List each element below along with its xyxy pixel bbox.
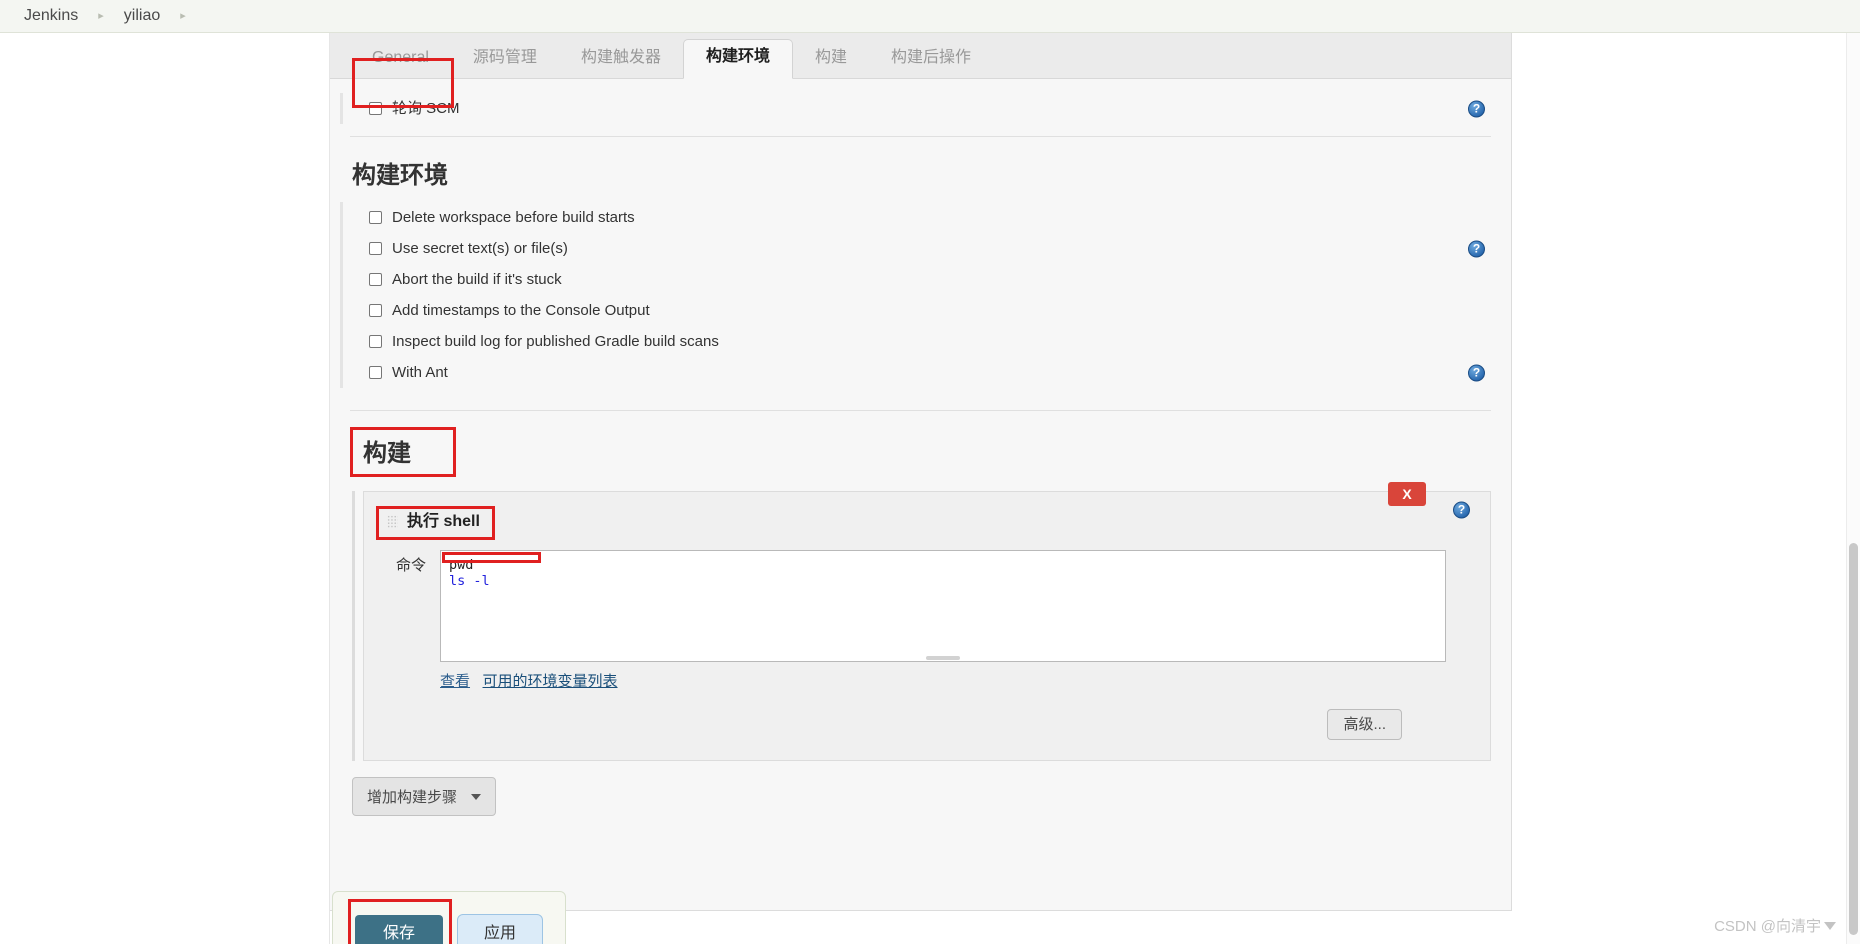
env-variables-row: 查看 可用的环境变量列表 [440,670,1446,691]
left-gutter [0,33,330,944]
checkbox-inspect-gradle-scans[interactable] [369,335,382,348]
env-variables-link[interactable]: 可用的环境变量列表 [483,673,618,690]
section-heading-build: 构建 [363,440,411,467]
command-line-1: pwd [449,557,474,573]
content-column: General 源码管理 构建触发器 构建环境 构建 构建后操作 轮询 SCM … [330,33,1860,944]
option-row-with-ant[interactable]: With Ant ? [340,357,1511,388]
command-textarea[interactable]: pwd ls -l [440,550,1446,662]
tab-build[interactable]: 构建 [793,40,869,78]
add-build-step-label: 增加构建步骤 [367,789,458,806]
build-step-header: 执行 shell [364,506,1490,540]
build-step-title: 执行 shell [407,513,480,530]
env-view-label[interactable]: 查看 [440,673,470,690]
option-label-use-secret-text: Use secret text(s) or file(s) [392,240,568,257]
breadcrumb-separator-icon: ▸ [98,9,104,22]
trigger-remnant-section: 轮询 SCM ? [330,79,1511,124]
breadcrumb-item-yiliao[interactable]: yiliao [122,8,162,24]
advanced-button[interactable]: 高级... [1327,709,1402,740]
drag-handle-icon[interactable] [387,515,398,529]
divider-above-build-env [350,136,1491,137]
option-row-abort-stuck-build[interactable]: Abort the build if it's stuck [340,264,1511,295]
option-label-abort-stuck-build: Abort the build if it's stuck [392,271,562,288]
save-button[interactable]: 保存 [355,915,444,944]
vertical-scrollbar-thumb[interactable] [1849,543,1858,935]
job-config-panel: General 源码管理 构建触发器 构建环境 构建 构建后操作 轮询 SCM … [330,33,1512,911]
option-row-poll-scm[interactable]: 轮询 SCM ? [340,93,1511,124]
option-row-delete-workspace[interactable]: Delete workspace before build starts [340,202,1511,233]
option-row-add-timestamps[interactable]: Add timestamps to the Console Output [340,295,1511,326]
command-line-2: ls -l [449,573,490,589]
tab-build-triggers[interactable]: 构建触发器 [559,40,683,78]
option-row-inspect-gradle-scans[interactable]: Inspect build log for published Gradle b… [340,326,1511,357]
checkbox-abort-stuck-build[interactable] [369,273,382,286]
textarea-resize-handle[interactable] [926,656,960,660]
option-label-inspect-gradle-scans: Inspect build log for published Gradle b… [392,333,719,350]
add-build-step-button[interactable]: 增加构建步骤 [352,777,497,816]
command-field-label: 命令 [395,557,426,574]
tab-source-management[interactable]: 源码管理 [451,40,559,78]
advanced-button-row: 高级... [440,691,1446,740]
build-steps-container: X ? 执行 shell 命令 pwd ls -l 查看 可用的环境变量列表 高… [352,482,1491,761]
section-heading-build-environment: 构建环境 [352,162,448,189]
chevron-down-icon [471,793,482,800]
tab-build-environment[interactable]: 构建环境 [682,39,793,79]
breadcrumb-separator-icon-2: ▸ [180,9,186,22]
checkbox-poll-scm[interactable] [369,102,382,115]
breadcrumb: Jenkins ▸ yiliao ▸ [0,0,1860,33]
delete-build-step-button[interactable]: X [1388,482,1426,506]
build-step-title-annotation: 执行 shell [376,506,495,540]
option-label-delete-workspace: Delete workspace before build starts [392,209,635,226]
option-label-with-ant: With Ant [392,364,448,381]
add-build-step-row: 增加构建步骤 [352,777,1511,816]
checkbox-with-ant[interactable] [369,366,382,379]
tab-post-build-actions[interactable]: 构建后操作 [869,40,993,78]
help-icon-with-ant[interactable]: ? [1468,364,1485,381]
divider-above-build [350,410,1491,411]
section-heading-build-annotation: 构建 [350,427,456,477]
checkbox-delete-workspace[interactable] [369,211,382,224]
help-icon-poll-scm[interactable]: ? [1468,100,1485,117]
vertical-scrollbar[interactable] [1846,33,1860,944]
build-step-execute-shell: X ? 执行 shell 命令 pwd ls -l 查看 可用的环境变量列表 高… [363,482,1491,761]
breadcrumb-item-jenkins[interactable]: Jenkins [22,8,80,24]
checkbox-use-secret-text[interactable] [369,242,382,255]
build-environment-options: Delete workspace before build starts Use… [330,202,1511,388]
help-icon-use-secret-text[interactable]: ? [1468,240,1485,257]
config-tab-bar: General 源码管理 构建触发器 构建环境 构建 构建后操作 [330,33,1511,79]
tab-general[interactable]: General [350,40,451,78]
command-field-body: pwd ls -l 查看 可用的环境变量列表 高级... [440,550,1490,740]
command-field-row: 命令 pwd ls -l 查看 可用的环境变量列表 高级... [364,550,1490,740]
option-label-add-timestamps: Add timestamps to the Console Output [392,302,650,319]
checkbox-add-timestamps[interactable] [369,304,382,317]
option-row-use-secret-text[interactable]: Use secret text(s) or file(s) ? [340,233,1511,264]
floating-action-bar: 保存 应用 [332,891,566,944]
page-body: General 源码管理 构建触发器 构建环境 构建 构建后操作 轮询 SCM … [0,33,1860,944]
apply-button[interactable]: 应用 [457,914,544,944]
option-label-poll-scm: 轮询 SCM [392,100,460,117]
